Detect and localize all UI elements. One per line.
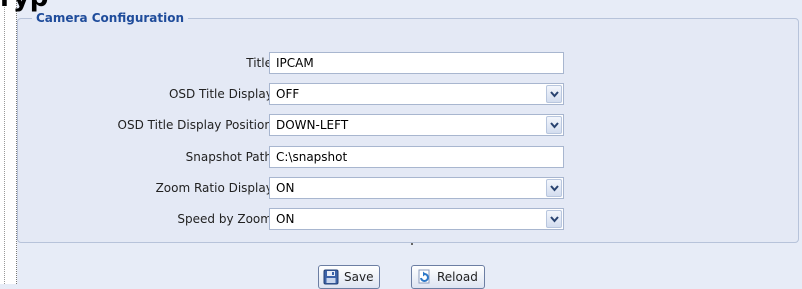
osd-title-display-label: OSD Title Display: <box>168 87 276 101</box>
snapshot-path-row: Snapshot Path: C:\snapshot <box>18 146 800 168</box>
save-button[interactable]: Save <box>318 265 381 289</box>
zoom-ratio-display-row: Zoom Ratio Display: ON <box>18 177 800 199</box>
save-button-label: Save <box>344 270 374 284</box>
title-input[interactable]: IPCAM <box>269 52 564 74</box>
osd-title-display-position-row: OSD Title Display Position: DOWN-LEFT <box>18 114 800 136</box>
zoom-ratio-display-label: Zoom Ratio Display: <box>155 181 276 195</box>
reload-button[interactable]: Reload <box>411 265 485 289</box>
chevron-down-icon[interactable] <box>546 85 562 103</box>
snapshot-path-input[interactable]: C:\snapshot <box>269 146 564 168</box>
page-heading: ryp <box>0 0 48 13</box>
zoom-ratio-display-select[interactable]: ON <box>269 177 564 199</box>
chevron-down-icon[interactable] <box>546 179 562 197</box>
speed-by-zoom-value: ON <box>276 212 295 226</box>
reload-icon <box>416 269 432 285</box>
snapshot-path-label: Snapshot Path: <box>185 150 276 164</box>
chevron-down-icon[interactable] <box>546 116 562 134</box>
title-row: Title: IPCAM <box>18 52 800 74</box>
title-value: IPCAM <box>276 56 314 70</box>
osd-title-display-position-value: DOWN-LEFT <box>276 118 349 132</box>
speed-by-zoom-row: Speed by Zoom: ON <box>18 208 800 230</box>
panel-legend: Camera Configuration <box>36 11 185 25</box>
speed-by-zoom-select[interactable]: ON <box>269 208 564 230</box>
chevron-down-icon[interactable] <box>546 210 562 228</box>
osd-title-display-select[interactable]: OFF <box>269 83 564 105</box>
speed-by-zoom-label: Speed by Zoom: <box>177 212 276 226</box>
floppy-disk-icon <box>323 269 339 285</box>
osd-title-display-row: OSD Title Display: OFF <box>18 83 800 105</box>
osd-title-display-position-label: OSD Title Display Position: <box>117 118 276 132</box>
page-edge <box>0 0 17 284</box>
stray-dot <box>411 243 413 245</box>
osd-title-display-value: OFF <box>276 87 300 101</box>
reload-button-label: Reload <box>437 270 478 284</box>
snapshot-path-value: C:\snapshot <box>276 150 348 164</box>
camera-configuration-panel: Camera Configuration Title: IPCAM OSD Ti… <box>17 11 800 245</box>
osd-title-display-position-select[interactable]: DOWN-LEFT <box>269 114 564 136</box>
zoom-ratio-display-value: ON <box>276 181 295 195</box>
